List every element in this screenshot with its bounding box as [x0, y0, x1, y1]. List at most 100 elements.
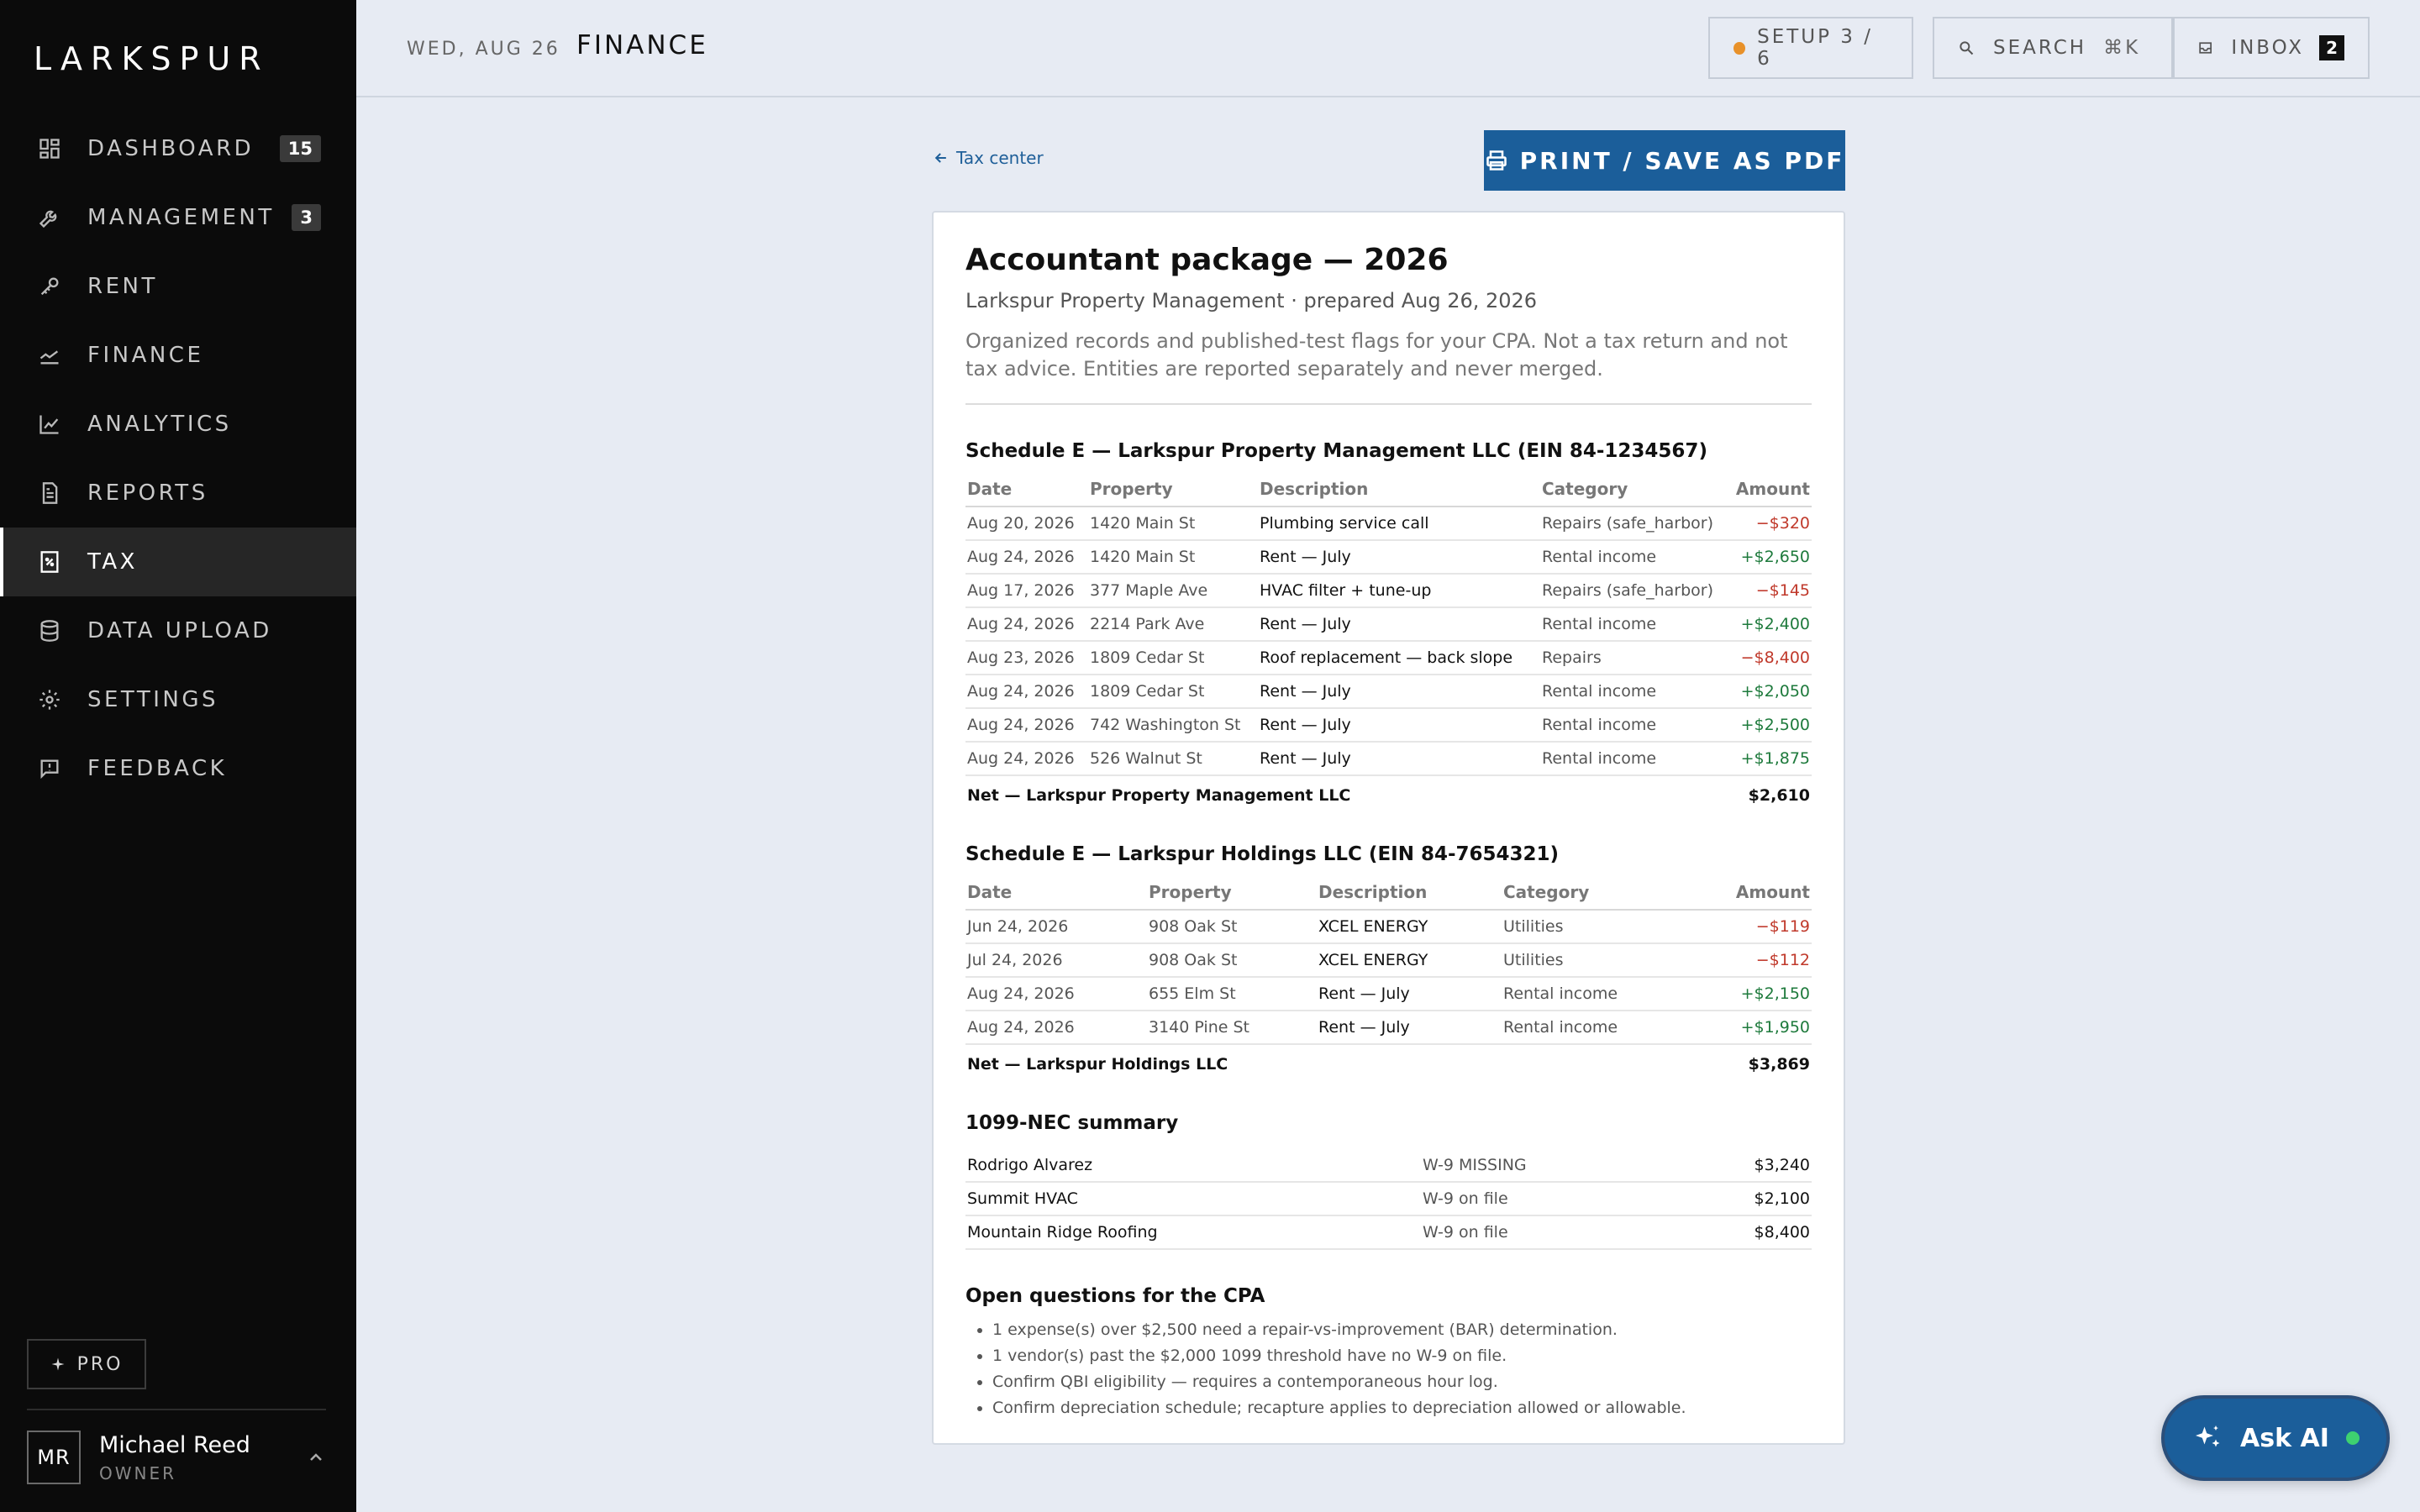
cell-date: Aug 24, 2026 [965, 540, 1088, 575]
inbox-button[interactable]: INBOX 2 [2173, 17, 2370, 79]
list-item: 1 expense(s) over $2,500 need a repair-v… [992, 1320, 1812, 1339]
schedule-e-rows-1: Aug 20, 2026 1420 Main St Plumbing service… [965, 507, 1812, 811]
database-icon [37, 618, 62, 643]
sidebar-item-label: FEEDBACK [87, 756, 228, 781]
sidebar-item-analytics[interactable]: ANALYTICS [0, 390, 356, 459]
sidebar-item-rent[interactable]: RENT [0, 252, 356, 321]
cell-amount: +$2,500 [1733, 708, 1812, 743]
print-save-pdf-button[interactable]: PRINT / SAVE AS PDF [1484, 130, 1845, 191]
chevron-up-icon[interactable] [306, 1447, 326, 1467]
cell-category: Utilities [1502, 910, 1695, 944]
cell-description: Rent — July [1258, 675, 1540, 709]
cell-description: Rent — July [1258, 708, 1540, 743]
cell-amount: −$145 [1733, 574, 1812, 608]
schedule-e-title-2: Schedule E — Larkspur Holdings LLC (EIN … [965, 843, 1560, 865]
cell-date: Aug 24, 2026 [965, 1011, 1147, 1045]
cell-date: Aug 24, 2026 [965, 742, 1088, 776]
user-name: Michael Reed [99, 1431, 250, 1458]
cell-date: Aug 24, 2026 [965, 607, 1088, 642]
doc-title: Accountant package — 2026 [965, 243, 1449, 277]
search-icon [1960, 41, 1974, 55]
cell-category: Rental income [1540, 708, 1733, 743]
sidebar-item-settings[interactable]: SETTINGS [0, 665, 356, 734]
cell-property: 377 Maple Ave [1088, 574, 1258, 608]
setup-status-dot [1733, 41, 1746, 55]
vendor-name: Summit HVAC [965, 1182, 1421, 1216]
ask-ai-label: Ask AI [2240, 1423, 2329, 1453]
cell-date: Jul 24, 2026 [965, 943, 1147, 978]
vendor-name: Rodrigo Alvarez [965, 1149, 1421, 1183]
finance-icon [37, 343, 62, 368]
arrow-left-icon [934, 153, 946, 163]
sidebar-item-reports[interactable]: REPORTS [0, 459, 356, 528]
tax-icon [37, 549, 62, 575]
user-role: OWNER [99, 1462, 177, 1483]
nec-summary-table: Rodrigo Alvarez W-9 MISSING $3,240 Summit H… [965, 1149, 1812, 1250]
w9-status: W-9 MISSING [1421, 1149, 1673, 1183]
cell-amount: +$2,650 [1733, 540, 1812, 575]
net-amount: $3,869 [1748, 1055, 1810, 1074]
table-row: Aug 24, 2026 1420 Main St Rent — July Renta… [965, 540, 1812, 575]
net-total-row: Net — Larkspur Property Management LLC $2… [965, 775, 1812, 811]
cell-property: 1809 Cedar St [1088, 675, 1258, 709]
printer-icon [1486, 150, 1507, 171]
sidebar-item-feedback[interactable]: FEEDBACK [0, 734, 356, 803]
cell-amount: +$2,050 [1733, 675, 1812, 709]
cell-category: Repairs (safe_harbor) [1540, 507, 1733, 541]
cell-property: 908 Oak St [1147, 943, 1317, 978]
setup-progress-button[interactable]: SETUP 3 / 6 [1708, 17, 1913, 79]
cell-property: 1809 Cedar St [1088, 641, 1258, 675]
doc-subtitle: Larkspur Property Management · prepared … [965, 289, 1538, 312]
table-row: Aug 24, 2026 526 Walnut St Rent — July Rent… [965, 742, 1812, 776]
cell-date: Aug 24, 2026 [965, 708, 1088, 743]
cell-property: 526 Walnut St [1088, 742, 1258, 776]
table-row: Rodrigo Alvarez W-9 MISSING $3,240 [965, 1149, 1812, 1183]
divider [965, 403, 1812, 405]
cell-description: Rent — July [1258, 742, 1540, 776]
cell-description: Rent — July [1317, 1011, 1502, 1045]
cell-amount: −$119 [1695, 910, 1812, 944]
vendor-amount: $2,100 [1672, 1182, 1812, 1216]
cell-date: Aug 23, 2026 [965, 641, 1088, 675]
col-header: Amount [1695, 877, 1812, 911]
accountant-package-card: Accountant package — 2026 Larkspur Prope… [932, 211, 1845, 1445]
ask-ai-button[interactable]: Ask AI [2161, 1395, 2390, 1481]
wrench-icon [37, 205, 62, 230]
sidebar-item-data-upload[interactable]: DATA UPLOAD [0, 596, 356, 665]
sidebar-item-label: SETTINGS [87, 687, 219, 712]
sidebar-item-finance[interactable]: FINANCE [0, 321, 356, 390]
user-menu[interactable]: MR Michael Reed OWNER [27, 1431, 326, 1484]
cell-amount: −$320 [1733, 507, 1812, 541]
cell-category: Rental income [1540, 675, 1733, 709]
cell-date: Aug 24, 2026 [965, 977, 1147, 1011]
cpa-questions-title: Open questions for the CPA [965, 1285, 1265, 1307]
inbox-count-badge: 2 [2319, 35, 2344, 60]
back-to-tax-center-link[interactable]: Tax center [933, 148, 1044, 168]
search-button[interactable]: SEARCH ⌘K [1933, 17, 2173, 79]
table-row: Jul 24, 2026 908 Oak St XCEL ENERGY Utiliti… [965, 943, 1812, 978]
dashboard-icon [37, 136, 62, 161]
cell-category: Rental income [1540, 742, 1733, 776]
user-info: Michael Reed OWNER [99, 1432, 250, 1483]
sidebar-item-management[interactable]: MANAGEMENT 3 [0, 183, 356, 252]
cell-property: 3140 Pine St [1147, 1011, 1317, 1045]
sidebar-item-label: REPORTS [87, 480, 208, 506]
cell-amount: −$112 [1695, 943, 1812, 978]
cell-amount: +$2,150 [1695, 977, 1812, 1011]
header-date: WED, AUG 26 [407, 39, 560, 60]
net-label: Net — Larkspur Holdings LLC [967, 1055, 1228, 1074]
col-header: Category [1540, 474, 1733, 507]
cell-property: 1420 Main St [1088, 540, 1258, 575]
list-item: Confirm QBI eligibility — requires a con… [992, 1373, 1812, 1391]
table-row: Aug 24, 2026 742 Washington St Rent — July… [965, 708, 1812, 743]
cell-property: 908 Oak St [1147, 910, 1317, 944]
sidebar-item-tax[interactable]: TAX [0, 528, 356, 596]
gear-icon [37, 687, 62, 712]
document-icon [37, 480, 62, 506]
schedule-e-title-1: Schedule E — Larkspur Property Managemen… [965, 440, 1707, 462]
cell-date: Aug 17, 2026 [965, 574, 1088, 608]
pro-button[interactable]: PRO [27, 1339, 146, 1389]
sidebar-item-dashboard[interactable]: DASHBOARD 15 [0, 114, 356, 183]
table-row: Jun 24, 2026 908 Oak St XCEL ENERGY Utiliti… [965, 910, 1812, 944]
table-row: Summit HVAC W-9 on file $2,100 [965, 1182, 1812, 1216]
